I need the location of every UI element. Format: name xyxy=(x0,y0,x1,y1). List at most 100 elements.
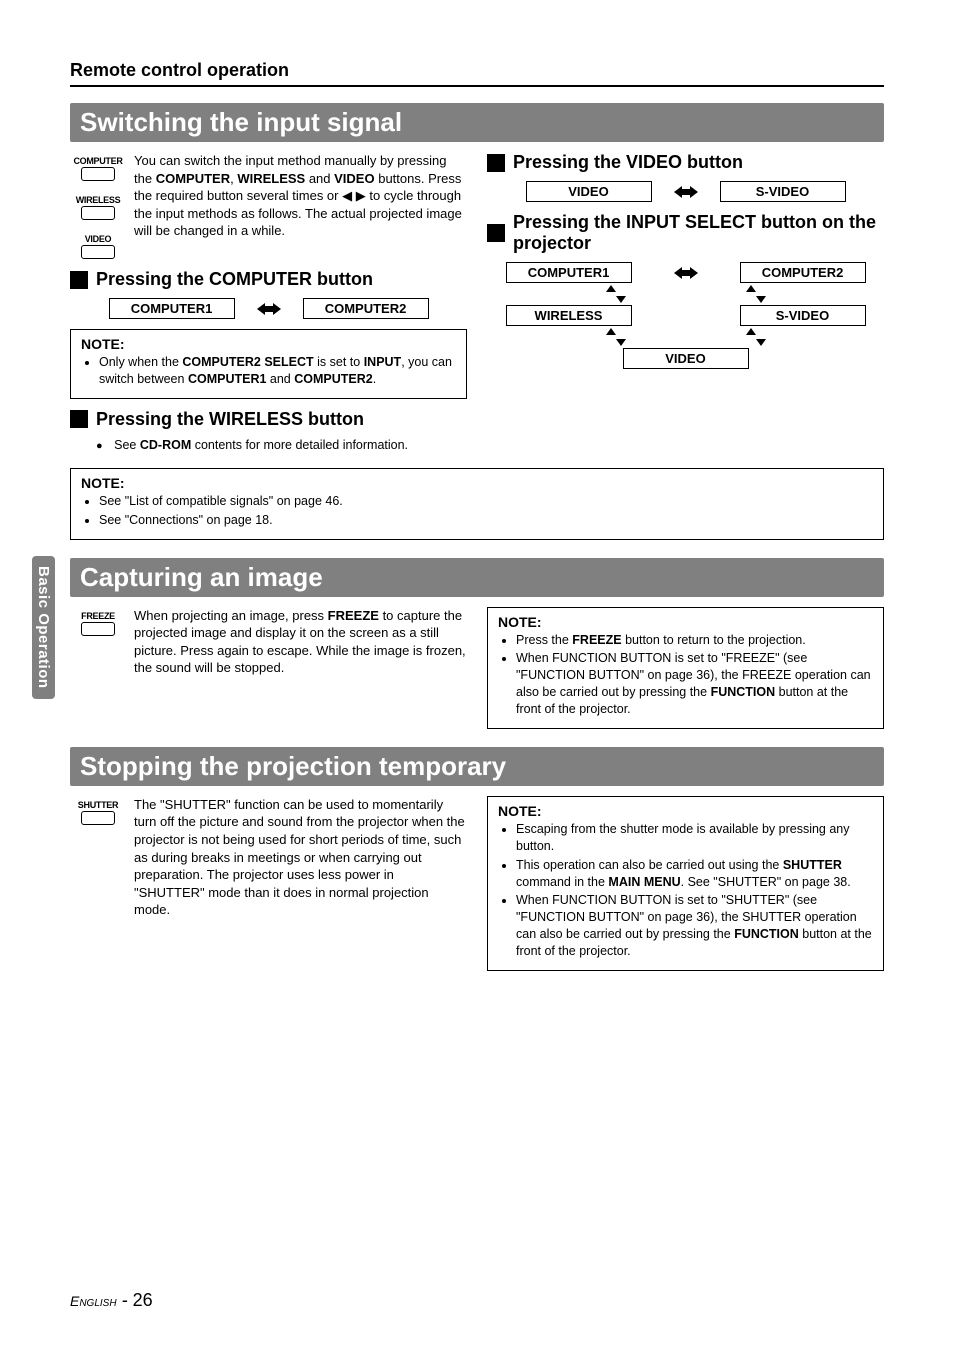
section-bar-stopping: Stopping the projection temporary xyxy=(70,747,884,786)
page-footer: English - 26 xyxy=(70,1290,153,1311)
subhead-label: Pressing the INPUT SELECT button on the … xyxy=(513,212,884,254)
note-box-computer: NOTE: Only when the COMPUTER2 SELECT is … xyxy=(70,329,467,399)
remote-btn-shutter: SHUTTER xyxy=(78,800,118,825)
stopping-intro-row: SHUTTER The "SHUTTER" function can be us… xyxy=(70,796,467,919)
video-signal-row: VIDEO S-VIDEO xyxy=(487,181,884,202)
remote-btn-label: SHUTTER xyxy=(78,800,118,810)
note-title: NOTE: xyxy=(81,475,873,491)
vertical-double-arrow-icon xyxy=(746,285,766,303)
text: and xyxy=(266,372,294,386)
note-item: When FUNCTION BUTTON is set to "FREEZE" … xyxy=(516,650,873,718)
text: . xyxy=(373,372,376,386)
text: This operation can also be carried out u… xyxy=(516,858,783,872)
computer-signal-row: COMPUTER1 COMPUTER2 xyxy=(70,298,467,319)
remote-btn-label: COMPUTER xyxy=(73,156,122,166)
square-bullet-icon xyxy=(487,154,505,172)
stopping-right-col: NOTE: Escaping from the shutter mode is … xyxy=(487,796,884,971)
note-box-capturing: NOTE: Press the FREEZE button to return … xyxy=(487,607,884,729)
note-item: See "Connections" on page 18. xyxy=(99,512,873,529)
remote-btn-label: VIDEO xyxy=(85,234,112,244)
text: button to return to the projection. xyxy=(622,633,806,647)
note-title: NOTE: xyxy=(498,614,873,630)
vertical-double-arrow-icon xyxy=(746,328,766,346)
footer-page: 26 xyxy=(133,1290,153,1310)
text-bold: SHUTTER xyxy=(783,858,842,872)
signal-box: S-VIDEO xyxy=(720,181,846,202)
text: See xyxy=(114,438,140,452)
capturing-body: When projecting an image, press FREEZE t… xyxy=(134,607,467,677)
switching-intro-text: You can switch the input method manually… xyxy=(134,152,467,259)
subhead-label: Pressing the COMPUTER button xyxy=(96,269,373,290)
note-box-switching-bottom: NOTE: See "List of compatible signals" o… xyxy=(70,468,884,540)
subhead-input-select: Pressing the INPUT SELECT button on the … xyxy=(487,212,884,254)
switching-columns: COMPUTER WIRELESS VIDEO You can switch t… xyxy=(70,152,884,458)
remote-button-col: FREEZE xyxy=(70,607,126,677)
subhead-computer: Pressing the COMPUTER button xyxy=(70,269,467,290)
note-body: Escaping from the shutter mode is availa… xyxy=(498,821,873,960)
text-bold: FUNCTION xyxy=(711,685,776,699)
signal-box: COMPUTER1 xyxy=(506,262,632,283)
text: is set to xyxy=(314,355,364,369)
text-bold: COMPUTER xyxy=(156,171,230,186)
input-select-grid: COMPUTER1 COMPUTER2 WIRELESS S-VIDEO xyxy=(506,262,866,369)
page-title-area: Remote control operation xyxy=(70,60,884,87)
switching-intro-row: COMPUTER WIRELESS VIDEO You can switch t… xyxy=(70,152,467,259)
text-bold: CD-ROM xyxy=(140,438,191,452)
subhead-video: Pressing the VIDEO button xyxy=(487,152,884,173)
remote-btn-freeze: FREEZE xyxy=(81,611,115,636)
remote-button-col: SHUTTER xyxy=(70,796,126,919)
double-arrow-icon xyxy=(257,302,281,316)
text-bold: FREEZE xyxy=(572,633,621,647)
remote-btn-label: WIRELESS xyxy=(76,195,121,205)
signal-box: VIDEO xyxy=(623,348,749,369)
remote-btn-label: FREEZE xyxy=(81,611,115,621)
subhead-label: Pressing the VIDEO button xyxy=(513,152,743,173)
note-body: Only when the COMPUTER2 SELECT is set to… xyxy=(81,354,456,388)
remote-buttons-col: COMPUTER WIRELESS VIDEO xyxy=(70,152,126,259)
stopping-columns: SHUTTER The "SHUTTER" function can be us… xyxy=(70,796,884,971)
vertical-double-arrow-icon xyxy=(606,328,626,346)
footer-sep: - xyxy=(117,1290,133,1310)
capturing-intro-row: FREEZE When projecting an image, press F… xyxy=(70,607,467,677)
vertical-double-arrow-icon xyxy=(606,285,626,303)
page-content: Remote control operation Switching the i… xyxy=(0,0,954,1011)
signal-box: COMPUTER2 xyxy=(740,262,866,283)
footer-lang: English xyxy=(70,1293,117,1309)
note-item: When FUNCTION BUTTON is set to "SHUTTER"… xyxy=(516,892,873,960)
text: command in the xyxy=(516,875,608,889)
text-bold: FUNCTION xyxy=(734,927,799,941)
square-bullet-icon xyxy=(70,271,88,289)
note-item: Escaping from the shutter mode is availa… xyxy=(516,821,873,855)
signal-box: COMPUTER2 xyxy=(303,298,429,319)
remote-btn-video: VIDEO xyxy=(81,234,115,259)
button-icon xyxy=(81,206,115,220)
grid-row: COMPUTER1 COMPUTER2 xyxy=(506,262,866,283)
text-bold: MAIN MENU xyxy=(608,875,680,889)
remote-btn-wireless: WIRELESS xyxy=(76,195,121,220)
signal-box: WIRELESS xyxy=(506,305,632,326)
note-item: Press the FREEZE button to return to the… xyxy=(516,632,873,649)
text: When projecting an image, press xyxy=(134,608,328,623)
signal-box: VIDEO xyxy=(526,181,652,202)
note-body: Press the FREEZE button to return to the… xyxy=(498,632,873,718)
text-bold: WIRELESS xyxy=(237,171,305,186)
page-title: Remote control operation xyxy=(70,60,884,81)
note-title: NOTE: xyxy=(498,803,873,819)
subhead-wireless: Pressing the WIRELESS button xyxy=(70,409,467,430)
text: Only when the xyxy=(99,355,182,369)
capturing-columns: FREEZE When projecting an image, press F… xyxy=(70,607,884,729)
capturing-left-col: FREEZE When projecting an image, press F… xyxy=(70,607,467,729)
switching-right-col: Pressing the VIDEO button VIDEO S-VIDEO … xyxy=(487,152,884,458)
v-arrow-row xyxy=(506,326,866,348)
note-item: See "List of compatible signals" on page… xyxy=(99,493,873,510)
button-icon xyxy=(81,245,115,259)
square-bullet-icon xyxy=(487,224,505,242)
note-item: This operation can also be carried out u… xyxy=(516,857,873,891)
v-arrow-row xyxy=(506,283,866,305)
square-bullet-icon xyxy=(70,410,88,428)
stopping-left-col: SHUTTER The "SHUTTER" function can be us… xyxy=(70,796,467,971)
double-arrow-icon xyxy=(674,266,698,280)
text: and xyxy=(305,171,334,186)
double-arrow-icon xyxy=(674,185,698,199)
text-bold: COMPUTER2 xyxy=(294,372,372,386)
